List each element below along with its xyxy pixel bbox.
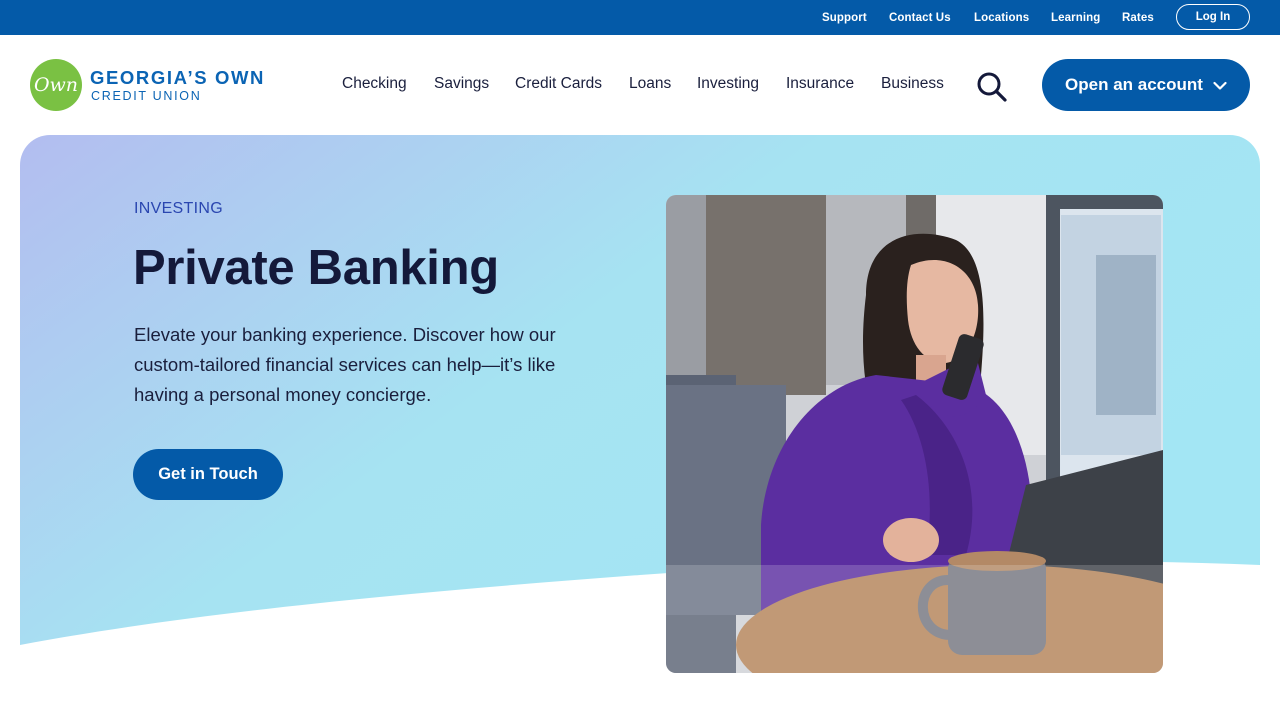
utility-bar: Support Contact Us Locations Learning Ra…: [0, 0, 1280, 35]
search-icon: [977, 72, 1007, 102]
hero-description: Elevate your banking experience. Discove…: [134, 324, 556, 405]
locations-link[interactable]: Locations: [974, 12, 1029, 24]
hero-title: Private Banking: [133, 241, 499, 295]
nav-item-insurance[interactable]: Insurance: [786, 75, 854, 93]
site-header: Own GEORGIA’S OWN CREDIT UNION Checking …: [0, 35, 1280, 135]
support-link[interactable]: Support: [822, 12, 867, 24]
nav-item-loans[interactable]: Loans: [629, 75, 671, 93]
open-account-button[interactable]: Open an account: [1042, 59, 1250, 111]
chevron-down-icon: [1213, 81, 1227, 90]
rates-link[interactable]: Rates: [1122, 12, 1154, 24]
hero-eyebrow: INVESTING: [134, 200, 223, 217]
contact-us-link[interactable]: Contact Us: [889, 12, 951, 24]
nav-item-credit-cards[interactable]: Credit Cards: [515, 75, 602, 93]
learning-link[interactable]: Learning: [1051, 12, 1100, 24]
logo[interactable]: Own GEORGIA’S OWN CREDIT UNION: [30, 59, 290, 111]
logo-name-line2: CREDIT UNION: [91, 89, 202, 103]
nav-item-investing[interactable]: Investing: [697, 75, 759, 93]
get-in-touch-button[interactable]: Get in Touch: [133, 449, 283, 500]
search-button[interactable]: [975, 70, 1009, 104]
hero-photo: [666, 195, 1163, 673]
open-account-label: Open an account: [1065, 75, 1203, 94]
log-in-button[interactable]: Log In: [1176, 4, 1250, 30]
nav-item-business[interactable]: Business: [881, 75, 944, 93]
nav-item-savings[interactable]: Savings: [434, 75, 489, 93]
logo-name-line1: GEORGIA’S OWN: [90, 67, 265, 88]
logo-mark: Own: [30, 59, 82, 111]
nav-item-checking[interactable]: Checking: [342, 75, 407, 93]
